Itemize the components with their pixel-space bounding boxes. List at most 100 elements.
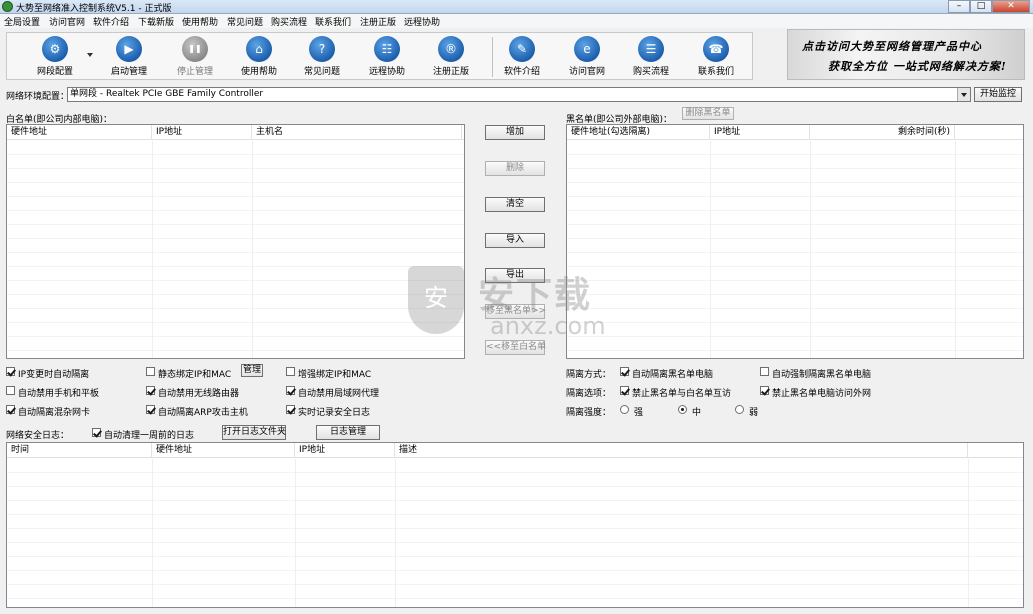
phone-icon: ☎ (703, 36, 729, 62)
auto-isolate-label: 自动隔离黑名单电脑 (632, 370, 714, 380)
block-mobile-label: 自动禁用手机和平板 (18, 389, 100, 399)
pause-icon: ❚❚ (182, 36, 208, 62)
blacklist-header: 硬件地址(勾选隔离) IP地址 剩余时间(秒) (567, 125, 1023, 140)
menu-software-intro[interactable]: 软件介绍 (93, 15, 129, 28)
log-manage-button[interactable]: 日志管理 (316, 425, 380, 440)
help-button[interactable]: ⌂ 使用帮助 (229, 36, 289, 78)
clear-button[interactable]: 清空 (485, 197, 545, 212)
promo-banner[interactable]: 点击访问大势至网络管理产品中心 获取全方位 一站式网络解决方案! (787, 29, 1025, 80)
enhanced-bind-checkbox[interactable] (286, 367, 295, 376)
minimize-button[interactable]: – (948, 0, 970, 13)
column-divider (710, 141, 711, 358)
whitelist-table[interactable]: 硬件地址 IP地址 主机名 (6, 124, 465, 359)
menu-contact[interactable]: 联系我们 (315, 15, 351, 28)
force-isolate-checkbox[interactable] (760, 367, 769, 376)
column-header[interactable]: 硬件地址 (152, 443, 295, 458)
column-header[interactable]: IP地址 (295, 443, 395, 458)
network-select[interactable]: 单网段 - Realtek PCIe GBE Family Controller (67, 87, 971, 102)
toolbar-label: 软件介绍 (503, 67, 540, 77)
toolbar-label: 联系我们 (697, 67, 734, 77)
question-icon: ? (309, 36, 335, 62)
edit-icon: ✎ (509, 36, 535, 62)
log-table[interactable]: 时间 硬件地址 IP地址 描述 (6, 442, 1024, 608)
add-button[interactable]: 增加 (485, 125, 545, 140)
stop-manage-button[interactable]: ❚❚ 停止管理 (165, 36, 225, 78)
close-button[interactable]: ✕ (992, 0, 1030, 13)
gear-icon: ⚙ (42, 36, 68, 62)
toolbar-label: 访问官网 (568, 67, 605, 77)
no-mutual-access-checkbox[interactable] (620, 386, 629, 395)
whitelist-rows (7, 141, 464, 358)
menu-help[interactable]: 使用帮助 (182, 15, 218, 28)
strength-strong-radio[interactable] (620, 405, 629, 414)
column-header[interactable]: 硬件地址 (7, 125, 152, 140)
auto-isolate-checkbox[interactable] (620, 367, 629, 376)
column-header[interactable]: 主机名 (252, 125, 462, 140)
software-intro-button[interactable]: ✎ 软件介绍 (492, 36, 552, 78)
toolbar-label: 远程协助 (368, 67, 405, 77)
banner-line-1: 点击访问大势至网络管理产品中心 (802, 40, 982, 53)
maximize-button[interactable]: □ (970, 0, 992, 13)
enhanced-bind-label: 增强绑定IP和MAC (298, 370, 372, 380)
ip-change-label: IP变更时自动隔离 (18, 370, 90, 380)
column-header[interactable]: IP地址 (152, 125, 252, 140)
window-title: 大势至网络准入控制系统V5.1 - 正式版 (16, 4, 172, 14)
column-divider (152, 459, 153, 607)
visit-site-button[interactable]: e 访问官网 (557, 36, 617, 78)
column-header[interactable]: 剩余时间(秒) (810, 125, 955, 140)
no-internet-checkbox[interactable] (760, 386, 769, 395)
menu-global-settings[interactable]: 全局设置 (4, 15, 40, 28)
toolbar-label: 启动管理 (110, 67, 147, 77)
network-config-button[interactable]: ⚙ 网段配置 (25, 36, 85, 78)
column-header[interactable]: IP地址 (710, 125, 810, 140)
contact-button[interactable]: ☎ 联系我们 (686, 36, 746, 78)
delete-button[interactable]: 删除 (485, 161, 545, 176)
log-realtime-checkbox[interactable] (286, 405, 295, 414)
import-button[interactable]: 导入 (485, 233, 545, 248)
menu-purchase[interactable]: 购买流程 (271, 15, 307, 28)
static-bind-label: 静态绑定IP和MAC (158, 370, 232, 380)
menu-faq[interactable]: 常见问题 (227, 15, 263, 28)
block-proxy-checkbox[interactable] (286, 386, 295, 395)
remote-assist-button[interactable]: ☷ 远程协助 (357, 36, 417, 78)
force-isolate-label: 自动强制隔离黑名单电脑 (772, 370, 872, 380)
register-button[interactable]: ® 注册正版 (421, 36, 481, 78)
isolate-arp-checkbox[interactable] (146, 405, 155, 414)
watermark: 安 安下载 anxz.com (408, 266, 648, 346)
strength-medium-radio[interactable] (678, 405, 687, 414)
auto-clear-log-label: 自动清理一周前的日志 (104, 431, 195, 441)
manage-bind-button[interactable]: 管理 (241, 364, 263, 377)
toolbar-label: 停止管理 (176, 67, 213, 77)
graduation-cap-icon: ⌂ (246, 36, 272, 62)
open-log-folder-button[interactable]: 打开日志文件夹 (222, 425, 286, 440)
start-manage-button[interactable]: ▶ 启动管理 (99, 36, 159, 78)
menu-remote[interactable]: 远程协助 (404, 15, 440, 28)
menu-register[interactable]: 注册正版 (360, 15, 396, 28)
strength-strong-label: 强 (634, 408, 644, 418)
column-header[interactable]: 描述 (395, 443, 968, 458)
purchase-button[interactable]: ☰ 购买流程 (621, 36, 681, 78)
cart-icon: ☰ (638, 36, 664, 62)
toolbar-label: 网段配置 (36, 67, 73, 77)
static-bind-checkbox[interactable] (146, 367, 155, 376)
start-monitor-button[interactable]: 开始监控 (974, 87, 1022, 102)
column-header[interactable]: 时间 (7, 443, 152, 458)
isolate-promisc-checkbox[interactable] (6, 405, 15, 414)
ip-change-checkbox[interactable] (6, 367, 15, 376)
column-header[interactable]: 硬件地址(勾选隔离) (567, 125, 710, 140)
chevron-down-icon[interactable] (87, 53, 93, 57)
block-mobile-checkbox[interactable] (6, 386, 15, 395)
chevron-down-icon[interactable] (957, 88, 970, 101)
menu-download-new[interactable]: 下载新版 (138, 15, 174, 28)
whitelist-header: 硬件地址 IP地址 主机名 (7, 125, 464, 140)
delete-blacklist-button[interactable]: 删除黑名单 (682, 107, 734, 120)
block-wireless-checkbox[interactable] (146, 386, 155, 395)
log-realtime-label: 实时记录安全日志 (298, 408, 371, 418)
network-config-label: 网络环境配置： (6, 92, 70, 102)
strength-weak-radio[interactable] (735, 405, 744, 414)
play-icon: ▶ (116, 36, 142, 62)
menu-visit-site[interactable]: 访问官网 (49, 15, 85, 28)
faq-button[interactable]: ? 常见问题 (292, 36, 352, 78)
auto-clear-log-checkbox[interactable] (92, 428, 101, 437)
strength-medium-label: 中 (692, 408, 702, 418)
